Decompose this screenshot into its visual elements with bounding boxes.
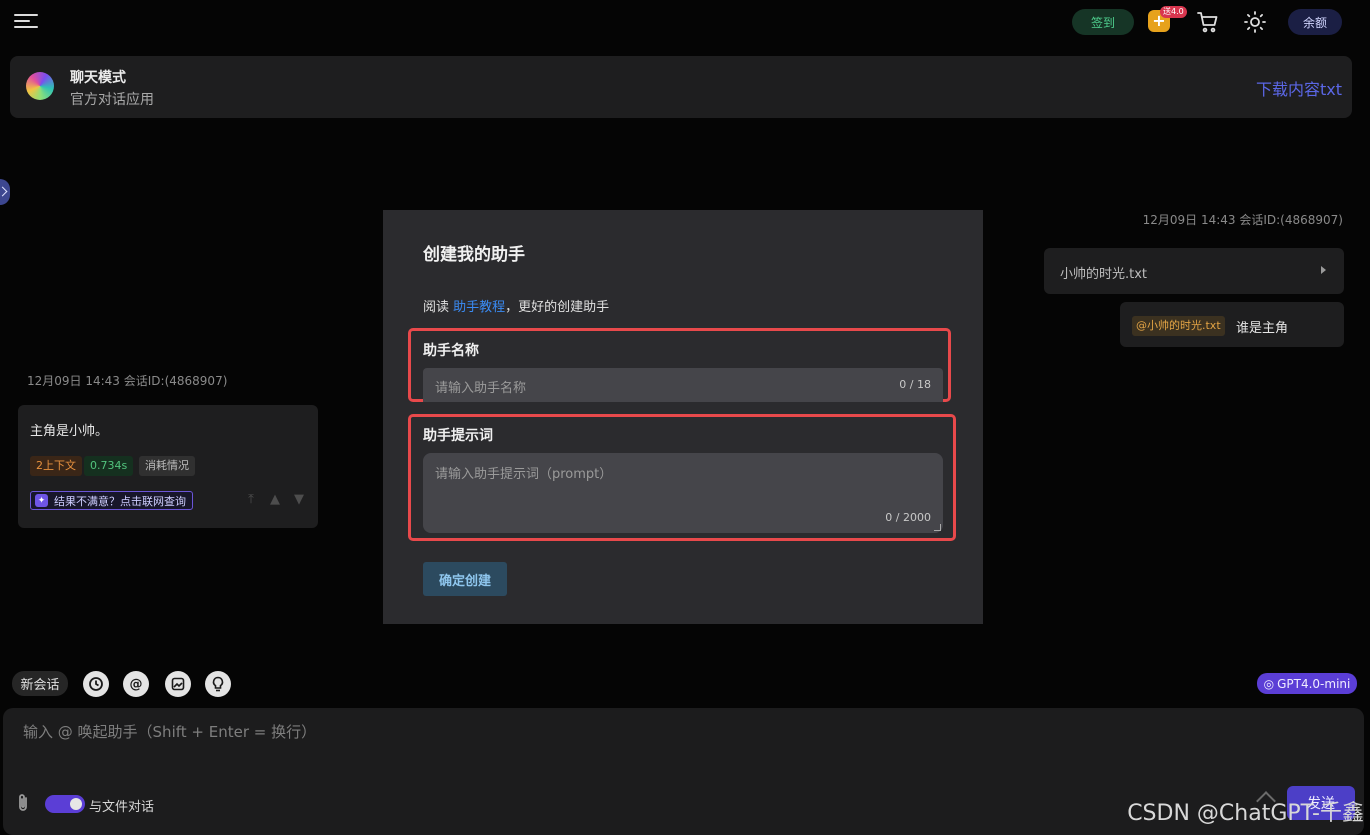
resize-handle-icon[interactable] — [934, 524, 941, 531]
web-search-retry-button[interactable]: ✦ 结果不满意？点击联网查询 — [30, 491, 193, 510]
modal-intro: 阅读 助手教程，更好的创建助手 — [423, 296, 609, 315]
file-chat-toggle[interactable] — [45, 795, 85, 813]
bot-message-text: 主角是小帅。 — [30, 424, 109, 439]
mode-card: 聊天模式 官方对话应用 下载内容txt — [10, 56, 1352, 118]
balance-button[interactable]: 余额 — [1288, 9, 1342, 35]
model-icon: ◎ — [1263, 676, 1275, 691]
file-name: 小帅的时光.txt — [1060, 267, 1148, 282]
composer-placeholder: 输入 @ 唤起助手（Shift + Enter = 换行） — [23, 723, 317, 741]
gift-badge: 送4.0 — [1160, 6, 1187, 18]
sparkle-icon: ✦ — [35, 494, 48, 507]
bulb-icon[interactable] — [205, 671, 231, 697]
thumbs-up-icon[interactable]: ▲ — [268, 493, 282, 507]
latency-tag: 0.734s — [84, 456, 134, 476]
theme-sun-icon[interactable] — [1243, 10, 1267, 34]
intro-suffix: ，更好的创建助手 — [505, 300, 610, 315]
paperclip-icon[interactable] — [15, 792, 31, 814]
model-selector-badge[interactable]: ◎ GPT4.0-mini — [1257, 673, 1357, 694]
watermark-text: CSDN @ChatGPT-千鑫 — [1127, 801, 1364, 826]
prompt-field-label: 助手提示词 — [423, 428, 493, 444]
file-attachment-card[interactable]: 小帅的时光.txt — [1044, 248, 1344, 294]
menu-icon[interactable] — [14, 10, 38, 32]
history-icon[interactable] — [83, 671, 109, 697]
message-meta: 12月09日 14:43 会话ID:(4868907) — [27, 374, 228, 388]
mode-title: 聊天模式 — [70, 70, 126, 86]
prompt-char-count: 0 / 2000 — [885, 511, 931, 524]
name-field-label: 助手名称 — [423, 343, 479, 359]
caret-right-icon — [1321, 266, 1326, 274]
message-meta: 12月09日 14:43 会话ID:(4868907) — [1142, 213, 1343, 227]
assistant-tutorial-link[interactable]: 助手教程 — [453, 300, 505, 315]
assistant-name-input[interactable]: 请输入助手名称 0 / 18 — [423, 368, 943, 402]
file-mention-tag: @小帅的时光.txt — [1132, 316, 1225, 336]
cart-icon[interactable] — [1196, 10, 1220, 34]
create-assistant-modal: 创建我的助手 阅读 助手教程，更好的创建助手 助手名称 请输入助手名称 0 / … — [383, 210, 983, 624]
model-label: GPT4.0-mini — [1277, 676, 1351, 691]
mode-subtitle: 官方对话应用 — [70, 92, 154, 108]
intro-prefix: 阅读 — [423, 300, 454, 315]
retry-label: 结果不满意？点击联网查询 — [54, 494, 186, 508]
user-message-text: 谁是主角 — [1236, 321, 1289, 336]
name-char-count: 0 / 18 — [899, 378, 931, 391]
at-icon[interactable]: @ — [123, 671, 149, 697]
usage-tag[interactable]: 消耗情况 — [139, 456, 195, 476]
bot-message-card: 主角是小帅。 2上下文 0.734s 消耗情况 ✦ 结果不满意？点击联网查询 ⤒… — [18, 405, 318, 528]
prompt-placeholder: 请输入助手提示词（prompt） — [435, 467, 613, 482]
app-logo-icon — [26, 72, 54, 100]
checkin-button[interactable]: 签到 — [1072, 9, 1134, 35]
pin-top-icon[interactable]: ⤒ — [244, 493, 258, 507]
image-icon[interactable] — [165, 671, 191, 697]
name-placeholder: 请输入助手名称 — [435, 381, 527, 396]
file-chat-label: 与文件对话 — [89, 800, 155, 815]
assistant-prompt-textarea[interactable]: 请输入助手提示词（prompt） 0 / 2000 — [423, 453, 943, 533]
user-message-card: @小帅的时光.txt 谁是主角 — [1120, 302, 1344, 347]
thumbs-down-icon[interactable]: ▼ — [292, 493, 306, 507]
context-tag: 2上下文 — [30, 456, 82, 476]
confirm-create-button[interactable]: 确定创建 — [423, 562, 507, 596]
modal-title: 创建我的助手 — [423, 245, 525, 265]
sidebar-expand-icon[interactable] — [0, 179, 10, 205]
download-txt-link[interactable]: 下载内容txt — [1256, 76, 1342, 100]
new-chat-button[interactable]: 新会话 — [12, 671, 68, 696]
